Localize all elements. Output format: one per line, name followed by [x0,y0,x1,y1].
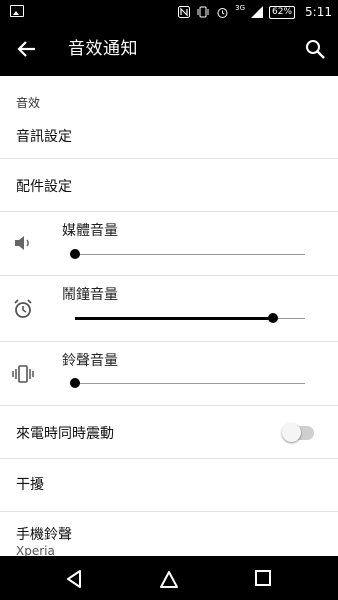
media-volume-thumb[interactable] [70,249,80,259]
sound-settings-item[interactable]: 音訊設定 [0,116,338,158]
nav-home-icon[interactable] [158,568,180,590]
alarm-volume-label: 鬧鐘音量 [62,287,118,303]
search-icon[interactable] [304,38,326,60]
media-volume-label: 媒體音量 [62,223,118,239]
alarm-volume-fill [75,317,273,320]
alarm-volume-slider[interactable] [75,313,305,323]
nav-back-icon[interactable] [63,568,85,590]
clock: 5:11 [305,5,332,19]
nfc-icon [178,6,191,18]
ringtone-label: 手機鈴聲 [16,527,72,543]
vibrate-icon [197,6,209,18]
navigation-bar [0,556,338,600]
interruptions-item[interactable]: 干擾 [0,459,338,511]
nav-recents-icon[interactable] [255,570,271,586]
ring-volume-label: 鈴聲音量 [62,353,118,369]
media-volume-slider[interactable] [70,249,305,259]
alarm-clock-icon [14,299,32,318]
page-title: 音效通知 [68,39,138,59]
media-volume-row: 媒體音量 [0,212,338,275]
network-type: 3G [235,4,246,12]
vibrate-on-call-toggle[interactable] [282,423,314,442]
ringtone-value: Xperia [16,544,55,556]
ring-volume-thumb[interactable] [70,378,80,388]
alarm-volume-row: 鬧鐘音量 [0,276,338,341]
vibrate-icon [12,365,34,383]
speaker-icon [15,236,29,250]
battery-icon: 62% [269,5,296,19]
settings-list: 音效 音訊設定 配件設定 媒體音量 鬧鐘音量 鈴聲音量 來電時同時震動 干擾 手… [0,76,338,556]
app-bar: 音效通知 [0,24,338,76]
arrow-back-icon[interactable] [14,36,40,62]
category-header: 音效 [16,96,41,110]
status-icons: 3G 62% 5:11 [178,4,332,20]
image-icon [10,5,24,17]
ringtone-item[interactable]: 手機鈴聲 Xperia [0,512,338,556]
vibrate-on-call-label: 來電時同時震動 [16,426,114,442]
status-bar: 3G 62% 5:11 [0,0,338,24]
toggle-knob [282,423,301,442]
vibrate-on-call-item[interactable]: 來電時同時震動 [0,406,338,458]
accessory-settings-item[interactable]: 配件設定 [0,159,338,211]
alarm-volume-thumb[interactable] [267,313,278,323]
interruptions-label: 干擾 [16,477,44,493]
accessory-settings-label: 配件設定 [16,179,72,195]
sound-settings-label: 音訊設定 [16,129,72,145]
ring-volume-row: 鈴聲音量 [0,342,338,405]
signal-icon [251,6,264,18]
ring-volume-slider[interactable] [70,378,305,388]
alarm-icon [217,7,228,18]
